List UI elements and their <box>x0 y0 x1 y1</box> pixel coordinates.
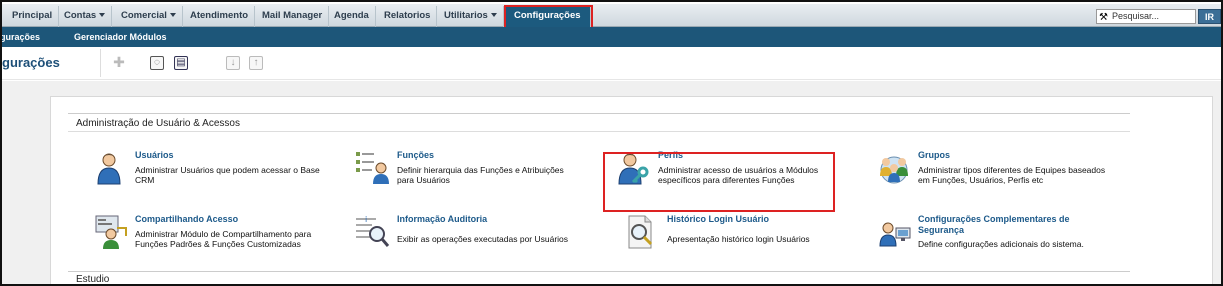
tab-label: Comercial <box>121 10 167 21</box>
settings-item-usuarios[interactable]: Usuários Administrar Usuários que podem … <box>93 150 343 200</box>
upload-icon[interactable]: ↑ <box>249 56 263 70</box>
divider <box>68 131 1130 132</box>
tab-agenda[interactable]: Agenda <box>328 6 376 27</box>
item-title: Compartilhando Acesso <box>135 214 239 224</box>
tab-label: Mail Manager <box>262 10 323 21</box>
tab-relatorios[interactable]: Relatorios <box>378 6 438 27</box>
add-icon[interactable]: ✚ <box>112 55 126 70</box>
item-description: Administrar Usuários que podem acessar o… <box>135 165 320 185</box>
caret-down-icon <box>490 13 497 18</box>
tab-contas[interactable]: Contas <box>58 6 113 27</box>
caret-down-icon <box>169 13 176 18</box>
tools-icon: ⚒ <box>1099 12 1108 23</box>
highlight-box <box>603 152 835 212</box>
section-title-estudio: Estudio <box>76 274 110 285</box>
screen: Principal Contas Comercial Atendimento M… <box>0 0 1223 286</box>
settings-item-configuracoes-seguranca[interactable]: Configurações Complementares de Seguranç… <box>876 214 1136 264</box>
login-history-icon <box>628 215 653 249</box>
settings-item-grupos[interactable]: Grupos Administrar tipos diferentes de E… <box>876 150 1126 200</box>
item-description: Definir hierarquia das Funções e Atribui… <box>397 165 564 185</box>
top-navigation: Principal Contas Comercial Atendimento M… <box>2 4 1221 31</box>
tab-label: Relatorios <box>384 10 431 21</box>
item-description: Apresentação histórico login Usuários <box>667 234 810 244</box>
tab-label: Utilitarios <box>444 10 488 21</box>
subnav-item-configuracoes[interactable]: gurações <box>2 27 40 47</box>
caret-down-icon <box>99 13 106 18</box>
tab-mail-manager[interactable]: Mail Manager <box>256 6 330 27</box>
item-title: Funções <box>397 150 435 160</box>
settings-item-compartilhando-acesso[interactable]: Compartilhando Acesso Administrar Módulo… <box>93 214 343 264</box>
sub-navigation: gurações Gerenciador Módulos <box>2 27 1221 47</box>
section-title: Administração de Usuário & Acessos <box>76 118 240 129</box>
item-title: Usuários <box>135 150 174 160</box>
tab-label: Atendimento <box>190 10 249 21</box>
tab-label: Contas <box>64 10 97 21</box>
download-icon[interactable]: ↓ <box>226 56 240 70</box>
roles-icon <box>356 152 389 184</box>
item-description: Administrar tipos diferentes de Equipes … <box>918 165 1106 185</box>
item-title: Histórico Login Usuário <box>667 214 770 224</box>
settings-item-historico-login[interactable]: Histórico Login Usuário Apresentação his… <box>625 214 875 264</box>
item-title: Grupos <box>918 150 951 160</box>
sharing-icon <box>95 215 127 249</box>
tab-label: Agenda <box>334 10 369 21</box>
tab-utilitarios[interactable]: Utilitarios <box>438 6 504 27</box>
svg-text:i: i <box>365 215 367 224</box>
item-description: Administrar Módulo de Compartilhamento p… <box>135 229 312 249</box>
tab-comercial[interactable]: Comercial <box>115 6 183 27</box>
comment-icon[interactable]: ◌ <box>150 56 164 70</box>
subnav-item-gerenciador-modulos[interactable]: Gerenciador Módulos <box>74 27 167 47</box>
item-title: Configurações Complementares de Seguranç… <box>918 214 1070 235</box>
settings-item-informacao-auditoria[interactable]: i Informação Auditoria Exibir as operaçõ… <box>355 214 605 264</box>
tab-principal[interactable]: Principal <box>6 6 60 27</box>
divider <box>68 271 1130 272</box>
search-button[interactable]: IR <box>1198 9 1221 24</box>
search-placeholder: Pesquisar... <box>1112 11 1160 21</box>
settings-panel: Administração de Usuário & Acessos Usuár… <box>50 96 1213 285</box>
section-container: Administração de Usuário & Acessos Usuár… <box>68 113 1130 285</box>
item-title: Informação Auditoria <box>397 214 488 224</box>
groups-icon <box>880 156 908 184</box>
content-area: Administração de Usuário & Acessos Usuár… <box>2 81 1221 285</box>
divider <box>100 49 101 77</box>
tab-label: Principal <box>12 10 53 21</box>
toolbar: gurações ✚ ◌ ▤ ↓ ↑ <box>2 47 1221 80</box>
item-description: Define configurações adicionais do siste… <box>918 239 1084 249</box>
item-description: Exibir as operações executadas por Usuár… <box>397 234 569 244</box>
security-settings-icon <box>879 222 911 247</box>
page-title: gurações <box>2 55 60 70</box>
search-input[interactable]: ⚒ Pesquisar... <box>1096 9 1196 24</box>
tab-atendimento[interactable]: Atendimento <box>184 6 256 27</box>
clipboard-icon[interactable]: ▤ <box>174 56 188 70</box>
settings-item-funcoes[interactable]: Funções Definir hierarquia das Funções e… <box>355 150 605 200</box>
audit-icon: i <box>356 215 390 247</box>
user-icon <box>97 153 121 185</box>
